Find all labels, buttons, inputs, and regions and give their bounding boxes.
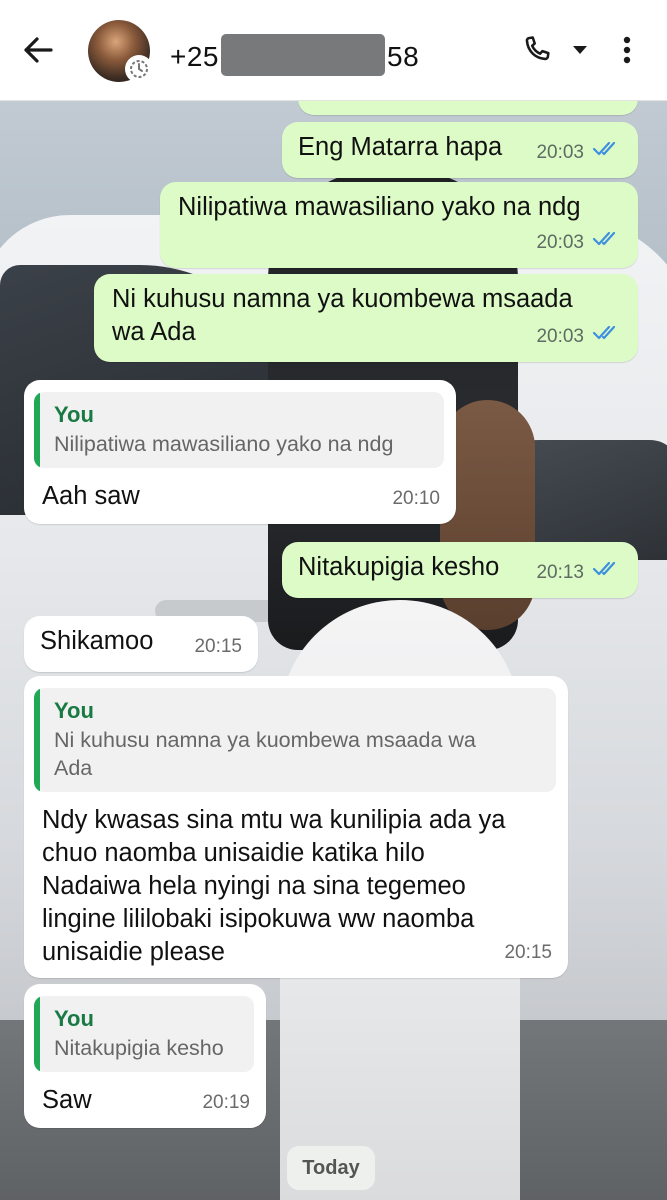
message-time: 20:03 — [536, 232, 584, 253]
message-time: 20:03 — [536, 142, 584, 163]
quoted-text: Nitakupigia kesho — [54, 1036, 224, 1060]
message-meta: 20:19 — [202, 1086, 250, 1119]
message-meta: 20:15 — [194, 630, 242, 663]
contact-number-suffix: 58 — [387, 41, 420, 72]
chat-header: +25 58 — [0, 0, 667, 101]
message-bubble-outgoing[interactable]: Nitakupigia kesho 20:13 — [282, 542, 638, 598]
quoted-text-line: Ada — [54, 756, 93, 780]
message-time: 20:03 — [536, 326, 584, 347]
quoted-message[interactable]: You Nilipatiwa mawasiliano yako na ndg — [34, 392, 444, 468]
quoted-message[interactable]: You Nitakupigia kesho — [34, 996, 254, 1072]
message-meta: 20:03 — [536, 136, 622, 169]
dropdown-caret-icon[interactable] — [568, 28, 592, 72]
message-text: Nilipatiwa mawasiliano yako na ndg — [178, 193, 581, 221]
quoted-sender: You — [54, 698, 94, 723]
overflow-menu-icon[interactable] — [612, 28, 642, 72]
quoted-text-line: Ni kuhusu namna ya kuombewa msaada wa — [54, 728, 476, 752]
message-time: 20:19 — [202, 1092, 250, 1113]
message-bubble-outgoing[interactable]: Nilipatiwa mawasiliano yako na ndg 20:03 — [160, 182, 638, 268]
message-bubble-incoming[interactable]: You Nilipatiwa mawasiliano yako na ndg A… — [24, 380, 456, 524]
redacted-number-block — [221, 34, 385, 76]
message-time: 20:13 — [536, 562, 584, 583]
message-text-line: Ni kuhusu namna ya kuombewa msaada — [112, 285, 573, 313]
contact-name[interactable]: +25 58 — [170, 34, 419, 76]
read-ticks-icon — [592, 226, 622, 259]
phone-icon[interactable] — [515, 28, 559, 72]
read-ticks-icon — [592, 556, 622, 589]
disappearing-timer-icon — [125, 55, 153, 83]
message-meta: 20:15 — [504, 936, 552, 969]
date-chip: Today — [287, 1146, 375, 1190]
message-bubble-outgoing[interactable]: Ni kuhusu namna ya kuombewa msaada wa Ad… — [94, 274, 638, 362]
quoted-sender: You — [54, 402, 94, 427]
read-ticks-icon — [592, 320, 622, 353]
message-bubble-outgoing[interactable]: Eng Matarra hapa 20:03 — [282, 122, 638, 178]
message-bubble-incoming[interactable]: You Ni kuhusu namna ya kuombewa msaada w… — [24, 676, 568, 978]
quoted-text: Nilipatiwa mawasiliano yako na ndg — [54, 432, 394, 456]
message-text-line: unisaidie please — [42, 938, 225, 966]
message-text-line: Ndy kwasas sina mtu wa kunilipia ada ya — [42, 806, 506, 834]
message-meta: 20:03 — [536, 320, 622, 353]
back-arrow-icon[interactable] — [18, 30, 58, 70]
message-text-line: lingine lililobaki isipokuwa ww naomba — [42, 905, 475, 933]
quoted-message[interactable]: You Ni kuhusu namna ya kuombewa msaada w… — [34, 688, 556, 792]
read-ticks-icon — [592, 136, 622, 169]
message-time: 20:10 — [392, 488, 440, 509]
message-bubble-incoming[interactable]: Shikamoo 20:15 — [24, 616, 258, 672]
message-bubble-incoming[interactable]: You Nitakupigia kesho Saw 20:19 — [24, 984, 266, 1128]
contact-number-prefix: +25 — [170, 41, 219, 72]
message-meta: 20:10 — [392, 482, 440, 515]
message-meta: 20:13 — [536, 556, 622, 589]
message-text-line: Nadaiwa hela nyingi na sina tegemeo — [42, 872, 466, 900]
message-meta: 20:03 — [536, 226, 622, 259]
message-text-line: chuo naomba unisaidie katika hilo — [42, 839, 425, 867]
message-text: Aah saw — [42, 482, 140, 510]
message-list[interactable]: 20:03 Eng Matarra hapa 20:03 Nilipatiwa … — [0, 0, 667, 1200]
quoted-sender: You — [54, 1006, 94, 1031]
message-time: 20:15 — [504, 942, 552, 963]
message-time: 20:15 — [194, 636, 242, 657]
